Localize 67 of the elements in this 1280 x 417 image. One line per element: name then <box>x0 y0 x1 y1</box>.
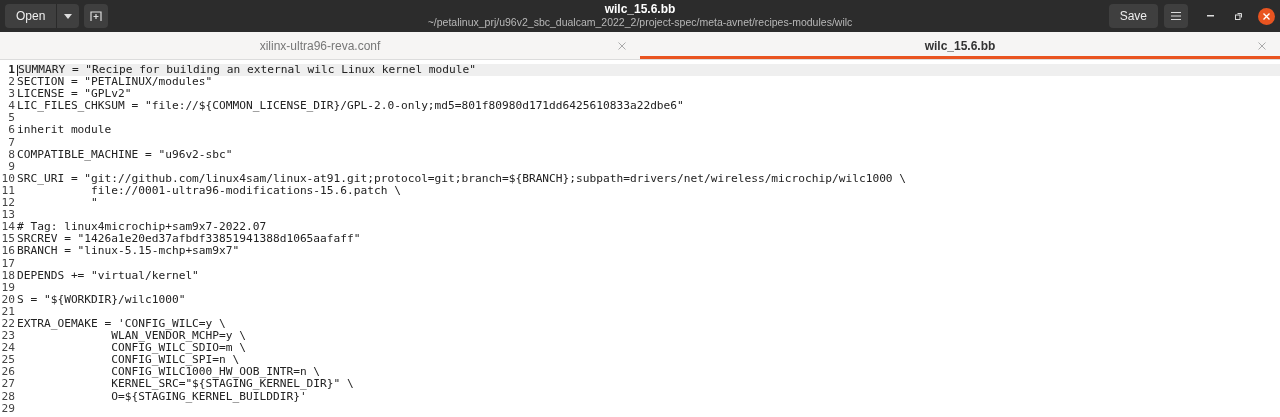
tab[interactable]: xilinx-ultra96-reva.conf <box>0 32 640 59</box>
open-button[interactable]: Open <box>5 4 57 28</box>
line-number: 6 <box>7 124 16 137</box>
line-number: 7 <box>7 136 16 149</box>
line-number: 22 <box>0 317 16 331</box>
new-tab-icon <box>90 10 103 22</box>
code-line: EXTRA_OEMAKE = 'CONFIG_WILC=y \ <box>17 317 226 330</box>
new-tab-button[interactable] <box>84 4 109 28</box>
line-number: 3 <box>7 88 16 101</box>
line-number: 12 <box>0 197 16 210</box>
line-number: 14 <box>0 221 16 234</box>
line-number: 20 <box>0 293 16 306</box>
code-line: COMPATIBLE_MACHINE = "u96v2-sbc" <box>17 148 233 161</box>
code-line: WLAN_VENDOR_MCHP=y \ <box>110 330 246 343</box>
file-path: ~/petalinux_prj/u96v2_sbc_dualcam_2022_2/project-spec/meta-avnet/recipes-modules/wilc <box>427 16 853 29</box>
close-button[interactable] <box>1258 7 1275 25</box>
caret-icon <box>64 13 73 19</box>
menu-icon <box>1171 11 1181 21</box>
line-number: 2 <box>7 76 16 89</box>
open-dropdown-button[interactable] <box>56 4 80 28</box>
line-number: 26 <box>0 366 16 379</box>
window-title: wilc_15.6.bb <box>604 2 676 16</box>
code-line: SUMMARY = "Recipe for building an external wilc Linux kernel module" <box>18 64 476 77</box>
line-number: 8 <box>7 148 16 161</box>
line-number: 17 <box>0 257 16 270</box>
save-button[interactable]: Save <box>1108 4 1158 28</box>
line-number: 16 <box>0 245 16 258</box>
line-number: 19 <box>0 281 16 294</box>
line-number: 27 <box>0 378 16 391</box>
code-line: SRC_URI = "git://github.com/linux4sam/linux-at91.git;protocol=git;branch=${BRANCH};subpath=drivers/net/wireless/microchip/wilc1000 \ <box>17 172 907 185</box>
code-line: LICENSE = "GPLv2" <box>17 88 132 101</box>
code-line: CONFIG_WILC_SDIO=m \ <box>110 342 246 355</box>
text-cursor <box>17 64 18 76</box>
line-number: 29 <box>0 402 16 415</box>
code-line: LIC_FILES_CHKSUM = "file://${COMMON_LICENSE_DIR}/GPL-2.0-only;md5=801f80980d171dd6425610833a22dbe6" <box>17 100 684 113</box>
code-line: S = "${WORKDIR}/wilc1000" <box>17 293 186 306</box>
line-number: 28 <box>0 390 16 403</box>
close-icon <box>1263 12 1270 20</box>
line-number: 25 <box>0 354 16 367</box>
code-line: SECTION = "PETALINUX/modules" <box>17 76 213 89</box>
line-number: 11 <box>0 184 16 198</box>
code-line: CONFIG_WILC_SPI=n \ <box>110 354 240 367</box>
restore-icon <box>1234 12 1242 20</box>
line-number: 10 <box>0 172 16 185</box>
code-line: inherit module <box>17 124 112 137</box>
code-line: SRCREV = "1426a1e20ed37afbdf33851941388d1065aafaff" <box>17 233 361 246</box>
line-number: 4 <box>7 100 16 113</box>
line-number: 9 <box>7 160 16 173</box>
tab[interactable]: wilc_15.6.bb <box>640 32 1280 59</box>
line-number: 5 <box>7 112 16 125</box>
code-line: DEPENDS += "virtual/kernel" <box>17 269 199 282</box>
code-line: O=${STAGING_KERNEL_BUILDDIR}' <box>110 390 307 403</box>
minimize-icon <box>1206 15 1214 17</box>
code-line: CONFIG_WILC1000_HW_OOB_INTR=n \ <box>110 366 321 379</box>
line-number: 13 <box>0 209 16 222</box>
code-line: KERNEL_SRC="${STAGING_KERNEL_DIR}" \ <box>110 378 354 391</box>
line-number: 1 <box>7 64 16 77</box>
code-line: # Tag: linux4microchip+sam9x7-2022.07 <box>17 221 267 234</box>
line-number: 21 <box>0 305 16 318</box>
line-number: 24 <box>0 342 16 355</box>
code-line: BRANCH = "linux-5.15-mchp+sam9x7" <box>17 245 240 258</box>
line-number: 23 <box>0 330 16 343</box>
line-number: 18 <box>0 269 16 282</box>
code-line: file://0001-ultra96-modifications-15.6.patch \ <box>91 184 401 198</box>
menu-button[interactable] <box>1164 4 1188 28</box>
code-line: " <box>90 197 98 210</box>
line-number: 15 <box>0 233 16 246</box>
